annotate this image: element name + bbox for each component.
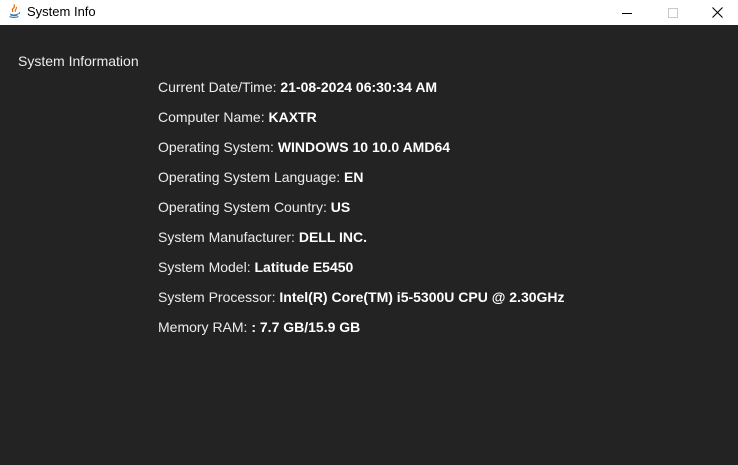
- info-row-os: Operating System: WINDOWS 10 10.0 AMD64: [158, 139, 565, 169]
- info-label: System Manufacturer:: [158, 229, 295, 245]
- minimize-icon: [622, 12, 632, 14]
- info-row-memory: Memory RAM: : 7.7 GB/15.9 GB: [158, 319, 565, 349]
- info-label: Operating System:: [158, 139, 274, 155]
- info-value: EN: [344, 169, 364, 185]
- info-label: Operating System Language:: [158, 169, 341, 185]
- info-row-os-country: Operating System Country: US: [158, 199, 565, 229]
- info-label: System Model:: [158, 259, 251, 275]
- info-label: Computer Name:: [158, 109, 265, 125]
- close-button[interactable]: [696, 0, 738, 25]
- info-value: WINDOWS 10 10.0 AMD64: [277, 139, 451, 155]
- info-row-processor: System Processor: Intel(R) Core(TM) i5-5…: [158, 289, 565, 319]
- java-icon: [6, 3, 22, 19]
- info-row-datetime: Current Date/Time: 21-08-2024 06:30:34 A…: [158, 79, 565, 109]
- info-list: Current Date/Time: 21-08-2024 06:30:34 A…: [158, 79, 565, 349]
- info-row-manufacturer: System Manufacturer: DELL INC.: [158, 229, 565, 259]
- info-label: Operating System Country:: [158, 199, 327, 215]
- info-value: KAXTR: [268, 109, 317, 125]
- info-value: US: [330, 199, 351, 215]
- info-value: 21-08-2024 06:30:34 AM: [280, 79, 438, 95]
- info-value: Latitude E5450: [254, 259, 354, 275]
- title-bar[interactable]: System Info: [0, 0, 738, 25]
- content-panel: System Information Current Date/Time: 21…: [0, 25, 738, 465]
- maximize-icon: [668, 7, 678, 18]
- info-value: Intel(R) Core(TM) i5-5300U CPU @ 2.30GHz: [279, 289, 565, 305]
- section-title: System Information: [18, 53, 139, 69]
- info-row-model: System Model: Latitude E5450: [158, 259, 565, 289]
- window-title: System Info: [27, 4, 96, 19]
- system-info-window: System Info System Information Current D…: [0, 0, 738, 465]
- info-row-os-language: Operating System Language: EN: [158, 169, 565, 199]
- close-icon: [711, 7, 723, 18]
- info-value: : 7.7 GB/15.9 GB: [251, 319, 361, 335]
- info-value: DELL INC.: [298, 229, 368, 245]
- minimize-button[interactable]: [604, 0, 650, 25]
- info-label: Current Date/Time:: [158, 79, 277, 95]
- maximize-button[interactable]: [650, 0, 696, 25]
- info-label: Memory RAM:: [158, 319, 248, 335]
- info-row-computer-name: Computer Name: KAXTR: [158, 109, 565, 139]
- info-label: System Processor:: [158, 289, 276, 305]
